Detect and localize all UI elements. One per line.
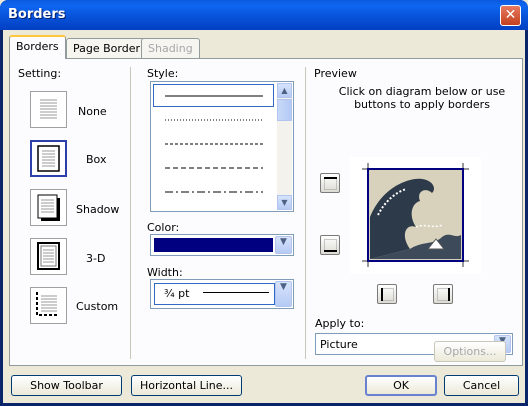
style-label: Style: [147,67,179,80]
tab-page-border-label: Page Border [73,42,141,55]
color-dropdown-arrow[interactable]: ▼ [275,236,292,254]
width-line-sample [203,292,269,293]
bottom-border-icon [324,239,337,252]
right-border-button[interactable] [433,284,453,304]
window-title: Borders [8,7,66,22]
horizontal-line-button[interactable]: Horizontal Line... [131,375,242,396]
scroll-up-button[interactable]: ▲ [277,83,292,98]
style-scrollbar[interactable]: ▲ ▼ [277,83,292,210]
wave-picture-icon [362,163,469,267]
3d-icon [37,242,60,270]
close-button[interactable]: ✕ [500,5,521,26]
preview-instructions-line-1: Click on diagram below or use [338,85,506,98]
color-swatch [154,238,273,252]
style-list[interactable]: ▲ ▼ [150,81,294,212]
setting-shadow-button[interactable] [30,189,67,226]
setting-box-button[interactable] [30,140,67,177]
setting-custom-label: Custom [76,300,119,313]
setting-shadow-label: Shadow [76,203,120,216]
column-divider-2 [305,67,306,359]
setting-none-button[interactable] [30,91,67,128]
box-icon [37,145,60,172]
shadow-icon [37,194,60,221]
setting-box-label: Box [86,153,107,166]
color-label: Color: [147,221,180,234]
options-button: Options... [434,341,506,362]
tab-borders-label: Borders [16,40,59,53]
width-label: Width: [147,266,183,279]
setting-custom-button[interactable] [30,287,67,324]
left-border-icon [381,288,394,301]
custom-icon [36,292,59,316]
ok-button[interactable]: OK [365,375,437,396]
show-toolbar-button[interactable]: Show Toolbar [11,375,122,396]
scroll-down-button[interactable]: ▼ [277,195,292,210]
title-bar[interactable]: Borders ✕ [0,0,528,30]
preview-diagram[interactable] [350,157,481,274]
tab-shading: Shading [141,38,200,58]
left-border-button[interactable] [377,284,397,304]
none-icon [40,99,57,119]
width-value: ¾ pt [164,287,190,300]
apply-to-value: Picture [320,338,358,351]
tab-panel: Setting: None Box Shadow 3-D Custom Styl… [9,58,523,366]
color-dropdown[interactable]: ▼ [150,234,294,256]
setting-header: Setting: [18,67,62,80]
bottom-border-button[interactable] [320,235,340,255]
tab-borders[interactable]: Borders [9,35,66,59]
preview-instructions-line-2: buttons to apply borders [354,98,490,111]
column-divider [130,67,131,359]
setting-none-label: None [78,105,107,118]
apply-to-label: Apply to: [315,317,365,330]
top-border-icon [324,177,337,190]
scroll-thumb[interactable] [277,99,292,121]
setting-3d-label: 3-D [86,252,106,265]
dialog-body: Borders Page Border Shading Setting: Non… [3,30,525,403]
tab-shading-label: Shading [148,42,193,55]
setting-3d-button[interactable] [30,238,67,275]
width-dropdown-arrow[interactable]: ▼ [275,281,292,307]
top-border-button[interactable] [320,173,340,193]
right-border-icon [437,288,450,301]
tab-page-border[interactable]: Page Border [66,38,148,58]
cancel-button[interactable]: Cancel [444,375,519,396]
preview-label: Preview [314,67,357,80]
borders-dialog: Borders ✕ Borders Page Border Shading Se… [0,0,528,406]
line-styles-icon [165,95,263,193]
width-dropdown[interactable]: ¾ pt ▼ [150,279,294,309]
